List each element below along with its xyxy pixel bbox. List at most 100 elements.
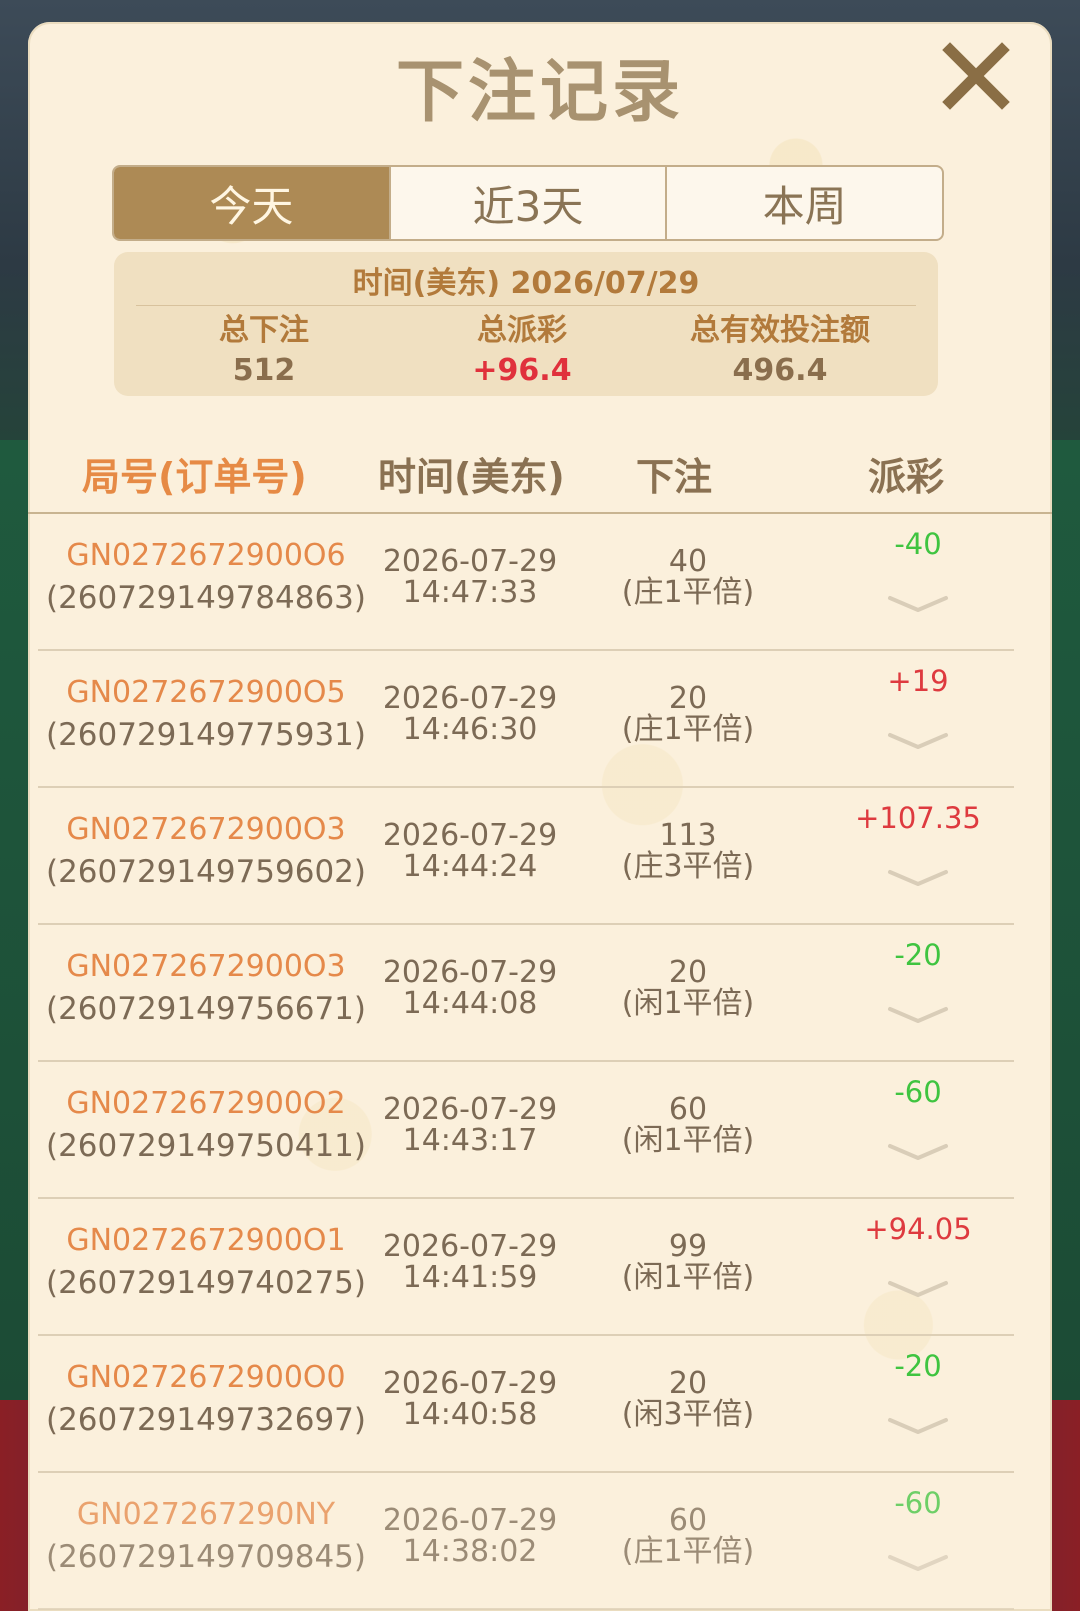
table-row[interactable]: GN0272672900O0 (260729149732697) 2026-07-2… <box>38 1336 1014 1473</box>
expand-button[interactable] <box>886 1140 950 1164</box>
total-bet-stat: 总下注 512 <box>124 312 404 392</box>
game-id: GN0272672900O1 <box>66 1223 346 1258</box>
bet-cell: 20 (闲1平倍) <box>598 957 778 1019</box>
time-cell: 2026-07-29 14:41:59 <box>378 1231 562 1293</box>
bet-time: 14:44:08 <box>402 986 538 1021</box>
time-cell: 2026-07-29 14:43:17 <box>378 1094 562 1156</box>
bet-type: (庄1平倍) <box>621 575 755 610</box>
order-id-cell: GN0272672900O3 (260729149759602) <box>38 810 374 894</box>
total-valid-value: 496.4 <box>732 353 828 388</box>
tab-today[interactable]: 今天 <box>114 167 389 239</box>
chevron-down-icon <box>888 1144 948 1160</box>
bet-cell: 60 (庄1平倍) <box>598 1505 778 1567</box>
time-cell: 2026-07-29 14:40:58 <box>378 1368 562 1430</box>
chevron-down-icon <box>888 596 948 612</box>
close-button[interactable] <box>940 40 1012 112</box>
table-row[interactable]: GN0272672900O3 (260729149756671) 2026-07-2… <box>38 925 1014 1062</box>
bet-date: 2026-07-29 <box>382 1503 558 1538</box>
header-payout: 派彩 <box>868 455 945 499</box>
expand-button[interactable] <box>886 1551 950 1575</box>
order-id-cell: GN0272672900O5 (260729149775931) <box>38 673 374 757</box>
order-number: (260729149756671) <box>45 991 367 1027</box>
time-cell: 2026-07-29 14:46:30 <box>378 683 562 745</box>
table-row[interactable]: GN0272672900O2 (260729149750411) 2026-07-2… <box>38 1062 1014 1199</box>
expand-button[interactable] <box>886 729 950 753</box>
expand-button[interactable] <box>886 1003 950 1027</box>
game-id: GN0272672900O3 <box>66 949 346 984</box>
date-range-tabs: 今天 近3天 本周 <box>112 165 944 241</box>
close-icon <box>942 42 1010 110</box>
expand-button[interactable] <box>886 592 950 616</box>
total-payout-label: 总派彩 <box>477 313 567 348</box>
bet-date: 2026-07-29 <box>382 1366 558 1401</box>
tab-this-week[interactable]: 本周 <box>665 167 942 239</box>
table-row[interactable]: GN027267290NY (260729149709845) 2026-07-29… <box>38 1473 1014 1610</box>
bet-time: 14:46:30 <box>402 712 538 747</box>
bet-type: (庄3平倍) <box>621 849 755 884</box>
bet-cell: 20 (闲3平倍) <box>598 1368 778 1430</box>
bet-cell: 20 (庄1平倍) <box>598 683 778 745</box>
game-id: GN0272672900O6 <box>66 538 346 573</box>
bet-time: 14:43:17 <box>402 1123 538 1158</box>
bet-date: 2026-07-29 <box>382 1229 558 1264</box>
bet-amount: 40 <box>668 544 708 579</box>
time-cell: 2026-07-29 14:44:08 <box>378 957 562 1019</box>
expand-button[interactable] <box>886 1414 950 1438</box>
table-row[interactable]: GN0272672900O1 (260729149740275) 2026-07-2… <box>38 1199 1014 1336</box>
bet-date: 2026-07-29 <box>382 818 558 853</box>
time-cell: 2026-07-29 14:47:33 <box>378 546 562 608</box>
table-row[interactable]: GN0272672900O6 (260729149784863) 2026-07-2… <box>38 514 1014 651</box>
chevron-down-icon <box>888 1555 948 1571</box>
time-cell: 2026-07-29 14:44:24 <box>378 820 562 882</box>
bet-time: 14:44:24 <box>402 849 538 884</box>
payout-value: -40 <box>894 527 942 561</box>
tab-last-3-days[interactable]: 近3天 <box>388 167 666 239</box>
bet-cell: 113 (庄3平倍) <box>598 820 778 882</box>
order-number: (260729149759602) <box>45 854 367 890</box>
bet-date: 2026-07-29 <box>382 544 558 579</box>
bet-type: (闲1平倍) <box>621 1260 755 1295</box>
chevron-down-icon <box>888 870 948 886</box>
game-id: GN027267290NY <box>76 1497 336 1532</box>
order-number: (260729149784863) <box>45 580 367 616</box>
bet-amount: 20 <box>668 955 708 990</box>
order-id-cell: GN0272672900O2 (260729149750411) <box>38 1084 374 1168</box>
chevron-down-icon <box>888 733 948 749</box>
payout-value: -60 <box>894 1075 942 1109</box>
summary-divider <box>136 305 916 306</box>
bet-type: (庄1平倍) <box>621 712 755 747</box>
table-header: 局号(订单号) 时间(美东) 下注 派彩 <box>28 446 1052 502</box>
modal-title: 下注记录 <box>395 53 684 132</box>
bet-amount: 60 <box>668 1503 708 1538</box>
total-payout-stat: 总派彩 +96.4 <box>382 312 662 392</box>
bet-cell: 99 (闲1平倍) <box>598 1231 778 1293</box>
total-payout-value: +96.4 <box>472 353 572 388</box>
bet-date: 2026-07-29 <box>382 681 558 716</box>
order-id-cell: GN0272672900O6 (260729149784863) <box>38 536 374 620</box>
order-id-cell: GN0272672900O1 (260729149740275) <box>38 1221 374 1305</box>
bet-record-list: GN0272672900O6 (260729149784863) 2026-07-2… <box>38 514 1014 1610</box>
expand-button[interactable] <box>886 866 950 890</box>
game-id: GN0272672900O5 <box>66 675 346 710</box>
expand-button[interactable] <box>886 1277 950 1301</box>
total-valid-stat: 总有效投注额 496.4 <box>640 312 920 392</box>
table-row[interactable]: GN0272672900O3 (260729149759602) 2026-07-2… <box>38 788 1014 925</box>
order-number: (260729149750411) <box>45 1128 367 1164</box>
payout-value: -20 <box>894 938 942 972</box>
bet-type: (庄1平倍) <box>621 1534 755 1569</box>
total-bet-label: 总下注 <box>219 313 309 348</box>
table-row[interactable]: GN0272672900O5 (260729149775931) 2026-07-2… <box>38 651 1014 788</box>
bet-type: (闲3平倍) <box>621 1397 755 1432</box>
bet-time: 14:41:59 <box>402 1260 538 1295</box>
bet-type: (闲1平倍) <box>621 986 755 1021</box>
bet-amount: 20 <box>668 1366 708 1401</box>
bet-cell: 60 (闲1平倍) <box>598 1094 778 1156</box>
payout-value: +107.35 <box>855 801 981 835</box>
bet-amount: 113 <box>659 818 717 853</box>
payout-value: +94.05 <box>864 1212 972 1246</box>
order-id-cell: GN0272672900O3 (260729149756671) <box>38 947 374 1031</box>
order-number: (260729149775931) <box>45 717 367 753</box>
payout-value: +19 <box>887 664 949 698</box>
bet-amount: 20 <box>668 681 708 716</box>
header-id: 局号(订单号) <box>82 455 307 499</box>
